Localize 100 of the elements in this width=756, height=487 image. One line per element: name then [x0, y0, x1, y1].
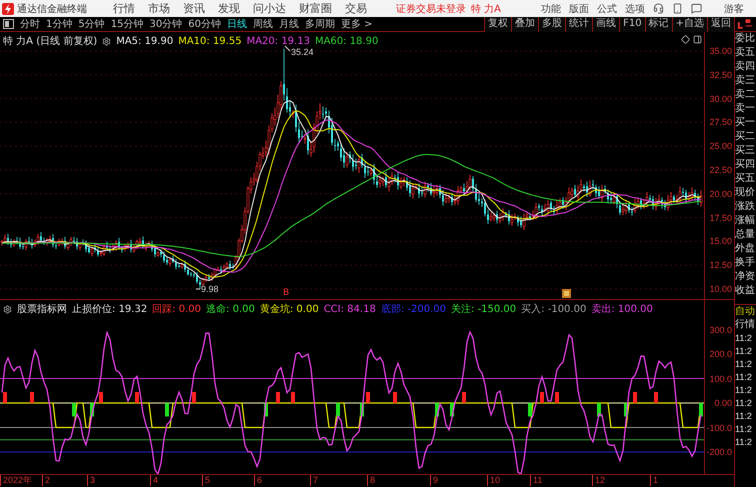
date-axis-label: 2 [42, 475, 50, 486]
date-axis-label: 5 [202, 475, 210, 486]
period-tab[interactable]: 5分钟 [78, 17, 105, 31]
toolbar-button[interactable]: +自选 [672, 16, 707, 32]
quote-field-label: 卖一 [735, 102, 756, 116]
period-tab[interactable]: 1分钟 [46, 17, 72, 31]
menu-item[interactable]: 选项 [625, 2, 645, 16]
menu-item[interactable]: 财富圈 [299, 1, 332, 16]
moving-average-value: MA60: 18.90 [314, 36, 378, 46]
quote-field-label: 买二 [735, 130, 756, 144]
quote-field-label: 买三 [735, 144, 756, 158]
date-axis-label: 11 [530, 475, 542, 486]
toolbar-button[interactable]: 标记 [644, 16, 672, 32]
period-tab[interactable]: 15分钟 [110, 17, 144, 31]
quote-field-label: 卖五 [735, 46, 756, 60]
toolbar-button[interactable]: 画线 [592, 16, 620, 32]
quote-tab[interactable]: 行情 [735, 318, 756, 332]
price-axis-label: 22.50 [709, 165, 732, 175]
indicator-axis-label: 200.0 [709, 349, 732, 359]
period-tab[interactable]: 30分钟 [149, 17, 182, 31]
indicator-value: 底部: -200.00 [380, 302, 446, 316]
user-name[interactable]: 游客 [724, 2, 744, 16]
quote-field-label: 净资 [735, 270, 756, 284]
quote-field-label: 卖三 [735, 74, 756, 88]
indicator-value: CCI: 84.18 [324, 304, 376, 314]
period-tab[interactable]: 60分钟 [188, 17, 221, 31]
trade-time: 11:2 [735, 436, 753, 449]
toolbar-button[interactable]: 返回 [707, 16, 734, 32]
price-axis-label: 35.00 [709, 46, 732, 56]
trade-time: 11:2 [735, 345, 753, 358]
menu-item[interactable]: 公式 [597, 2, 617, 16]
toolbar-button[interactable]: 多股 [538, 16, 566, 32]
menu-item[interactable]: 版面 [569, 2, 589, 16]
quote-field-label: 涨幅 [735, 214, 756, 228]
quote-field-label: 现价 [735, 186, 756, 200]
indicator-axis-label: -200.0 [706, 447, 732, 457]
date-axis-label: 10 [487, 475, 500, 486]
quote-field-label: 涨跌 [735, 200, 756, 214]
app-title: 通达信金融终端 [17, 2, 87, 16]
price-axis-label: 20.00 [709, 188, 732, 199]
low-price-label: 9.98 [201, 284, 219, 294]
period-tab[interactable]: 月线 [278, 17, 299, 31]
price-axis-label: 10.00 [709, 284, 732, 294]
toolbar-button[interactable]: F10 [619, 16, 645, 32]
indicator-value: 止损价位: 19.32 [72, 302, 148, 316]
trade-time: 11:2 [735, 358, 753, 371]
trade-time: 11:2 [735, 423, 753, 436]
menu-item[interactable]: 功能 [541, 2, 561, 16]
quote-field-label: 外盘 [735, 242, 756, 256]
indicator-value: 回踩: 0.00 [152, 303, 202, 316]
menu-item[interactable]: 行情 [113, 1, 135, 16]
toolbar-button[interactable]: 复权 [484, 16, 512, 32]
indicator-axis-label: 300.0 [709, 324, 732, 334]
indicator-value: 黄金坑: 0.00 [260, 302, 319, 316]
date-axis-label: 6 [254, 475, 262, 486]
menu-item[interactable]: 交易 [345, 1, 367, 16]
period-tab[interactable]: 多周期 [304, 17, 335, 31]
price-axis-label: 30.00 [709, 94, 732, 104]
quote-field-label: 卖二 [735, 88, 756, 102]
trade-time: 11:2 [735, 397, 753, 410]
high-price-label: 35.24 [291, 47, 314, 57]
quote-field-label: 总量 [735, 228, 756, 242]
indicator-axis-label: 0.00 [714, 398, 732, 408]
trade-time: 11:2 [735, 332, 753, 345]
menu-item[interactable]: 发现 [218, 1, 240, 16]
date-axis-label: 9 [430, 475, 438, 486]
quote-field-label: 换手 [735, 256, 756, 270]
chart-title: 特 力A (日线 前复权) [3, 34, 98, 48]
date-axis-label: 3 [87, 475, 96, 486]
period-tab[interactable]: 周线 [252, 17, 273, 31]
period-tab[interactable]: 分时 [20, 17, 40, 31]
trade-time: 11:2 [735, 384, 753, 397]
login-status[interactable]: 证券交易未登录 [396, 2, 466, 16]
indicator-value: 关注: -150.00 [450, 302, 516, 316]
indicator-value: 买入: -100.00 [521, 302, 586, 316]
buy-signal-label: B [283, 288, 290, 298]
price-axis-label: 27.50 [709, 117, 732, 128]
toolbar-button[interactable]: 统计 [565, 16, 592, 32]
trade-time: 11:2 [735, 371, 753, 384]
price-axis-label: 17.50 [709, 212, 732, 223]
toolbar-button[interactable]: 叠加 [511, 16, 538, 32]
menu-item[interactable]: 市场 [148, 1, 170, 16]
stock-name: 特 力A [470, 2, 501, 16]
quote-field-label: 买五 [735, 172, 756, 186]
indicator-axis-label: 100.0 [709, 374, 732, 384]
indicator-title: 股票指标网 [17, 302, 67, 316]
indicator-value: 逃命: 0.00 [206, 302, 255, 316]
indicator-value: 卖出: 100.00 [591, 302, 653, 316]
moving-average-value: MA10: 19.55 [178, 36, 242, 46]
date-axis-label: 1 [650, 475, 658, 486]
period-tab[interactable]: 更多 > [340, 17, 373, 31]
price-axis-label: 25.00 [709, 141, 732, 152]
quote-field-label: 卖四 [735, 60, 756, 74]
price-axis-label: 32.50 [709, 70, 732, 80]
moving-average-value: MA20: 19.13 [246, 36, 310, 46]
period-tab[interactable]: 日线 [226, 17, 247, 31]
menu-item[interactable]: 问小达 [253, 1, 286, 16]
quote-mode-label[interactable]: 自动 [735, 304, 756, 318]
trade-time: 11:2 [735, 410, 753, 423]
menu-item[interactable]: 资讯 [183, 1, 205, 16]
